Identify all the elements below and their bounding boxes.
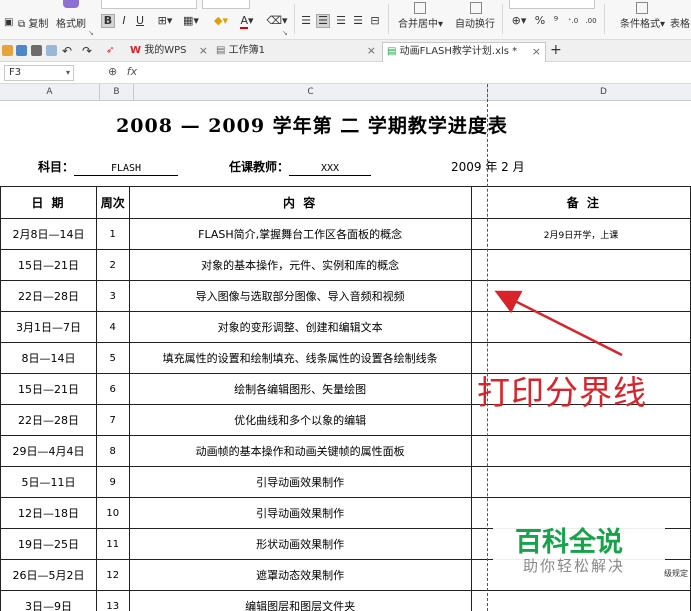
copy-button[interactable]: ⧉ 复制 <box>18 15 48 30</box>
ribbon-divider <box>502 4 503 34</box>
column-header-c[interactable]: C <box>134 84 488 101</box>
undo-icon[interactable]: ↶ <box>62 42 76 62</box>
clipped-side-text: 级规定 <box>664 569 688 578</box>
ribbon-divider <box>294 4 295 34</box>
merge-center-label: 合并居中 <box>398 19 438 30</box>
customize-toolbar-icon[interactable]: ➶ <box>106 42 120 62</box>
tab-flash-plan[interactable]: ▤ 动画FLASH教学计划.xls * × <box>382 42 546 62</box>
formula-input[interactable] <box>150 65 685 81</box>
copy-label: 复制 <box>28 19 49 30</box>
align-center-button[interactable]: ☰ <box>316 14 330 28</box>
watermark-subtitle: 助你轻松解决 <box>523 557 626 575</box>
arrow-line <box>494 290 623 357</box>
align-justify-button[interactable]: ☰ <box>299 14 313 28</box>
redo-icon[interactable]: ↷ <box>82 42 96 62</box>
thousands-button[interactable]: ⁹ <box>551 14 561 28</box>
zoom-icon[interactable]: ⊕ <box>108 65 117 78</box>
column-header-bar: A B C D <box>0 84 691 101</box>
clear-format-button[interactable]: ⌫▾ <box>266 14 288 28</box>
ribbon-divider <box>604 4 605 34</box>
save-icon[interactable] <box>16 45 27 56</box>
watermark-title: 百科全说 <box>515 527 623 558</box>
ribbon-divider <box>388 4 389 34</box>
font-launcher-icon[interactable]: ↘ <box>282 29 288 37</box>
cell-style-button[interactable]: ▦▾ <box>180 14 202 28</box>
ribbon-toolbar: ▣ ⧉ 复制 格式刷 ↘ B I U ⊞▾ ▦▾ ◆▾ A▾ ⌫▾ ↘ ☰ ☰ … <box>0 0 691 40</box>
table-style-button[interactable]: 表格 <box>670 15 690 30</box>
close-tab-icon[interactable]: × <box>367 42 376 60</box>
align-distributed-button[interactable]: ☰ <box>351 14 365 28</box>
document-tab-bar: ↶ ↷ ➶ W 我的WPS × ▤ 工作簿1 × ▤ 动画FLASH教学计划.x… <box>0 40 691 62</box>
conditional-format-icon <box>636 2 648 14</box>
wrap-text-button[interactable]: 自动换行 <box>455 15 495 30</box>
column-header-a[interactable]: A <box>0 84 100 101</box>
increase-decimal-button[interactable]: ⁺.0 <box>566 14 580 28</box>
column-header-b[interactable]: B <box>100 84 134 101</box>
align-right-button[interactable]: ☰ <box>334 14 348 28</box>
sheet-doc-icon: ▤ <box>216 45 226 56</box>
format-painter-icon <box>63 0 79 8</box>
page-break-annotation: 打印分界线 <box>477 373 647 412</box>
font-size-dropdown[interactable] <box>202 0 250 9</box>
font-color-button[interactable]: A▾ <box>236 14 258 29</box>
bold-button[interactable]: B <box>101 14 115 28</box>
tab-workbook1[interactable]: ▤ 工作簿1 × <box>214 42 380 62</box>
watermark: 百科全说 助你轻松解决 <box>493 515 665 585</box>
new-file-icon[interactable] <box>2 45 13 56</box>
decrease-decimal-button[interactable]: .00 <box>584 14 598 28</box>
merge-center-button[interactable]: 合并居中▾ <box>398 15 443 30</box>
cell-ref: F3 <box>9 67 22 78</box>
italic-button[interactable]: I <box>118 14 130 28</box>
percent-button[interactable]: % <box>534 14 546 28</box>
font-name-dropdown[interactable] <box>101 0 197 9</box>
wps-logo-icon: W <box>130 45 142 56</box>
border-button[interactable]: ⊞▾ <box>154 14 176 28</box>
name-box[interactable]: F3 ▾ <box>4 65 74 81</box>
font-color-glyph: A <box>240 14 248 29</box>
clipboard-launcher-icon[interactable]: ↘ <box>88 29 94 37</box>
tab-label: 动画FLASH教学计划.xls * <box>399 46 518 57</box>
wrap-text-icon <box>470 2 482 14</box>
paste-icon[interactable]: ▣ <box>4 17 13 28</box>
indent-button[interactable]: ⊟ <box>368 14 382 28</box>
print-icon[interactable] <box>31 45 42 56</box>
sheet-doc-icon: ▤ <box>387 46 397 57</box>
column-header-d[interactable]: D <box>488 84 691 101</box>
tab-label: 我的WPS <box>144 45 187 56</box>
fx-button[interactable]: fx <box>127 65 137 78</box>
print-page-break-line <box>487 84 488 611</box>
underline-button[interactable]: U <box>134 14 146 28</box>
chevron-down-icon[interactable]: ▾ <box>66 66 70 80</box>
fill-color-button[interactable]: ◆▾ <box>210 14 232 28</box>
close-tab-icon[interactable]: × <box>532 43 541 61</box>
conditional-format-label: 条件格式 <box>620 19 660 30</box>
conditional-format-button[interactable]: 条件格式▾ <box>620 15 665 30</box>
formula-tools: ⊕ fx <box>108 65 137 78</box>
close-tab-icon[interactable]: × <box>199 42 208 60</box>
number-format-dropdown[interactable] <box>509 0 595 9</box>
merge-center-icon <box>414 2 426 14</box>
tab-my-wps[interactable]: W 我的WPS × <box>128 42 212 62</box>
formula-bar: F3 ▾ ⊕ fx <box>0 62 691 84</box>
format-painter-button[interactable]: 格式刷 <box>56 15 86 30</box>
new-tab-button[interactable]: + <box>550 42 564 62</box>
print-preview-icon[interactable] <box>46 45 57 56</box>
tab-label: 工作簿1 <box>228 45 266 56</box>
currency-button[interactable]: ⊕▾ <box>508 14 530 28</box>
